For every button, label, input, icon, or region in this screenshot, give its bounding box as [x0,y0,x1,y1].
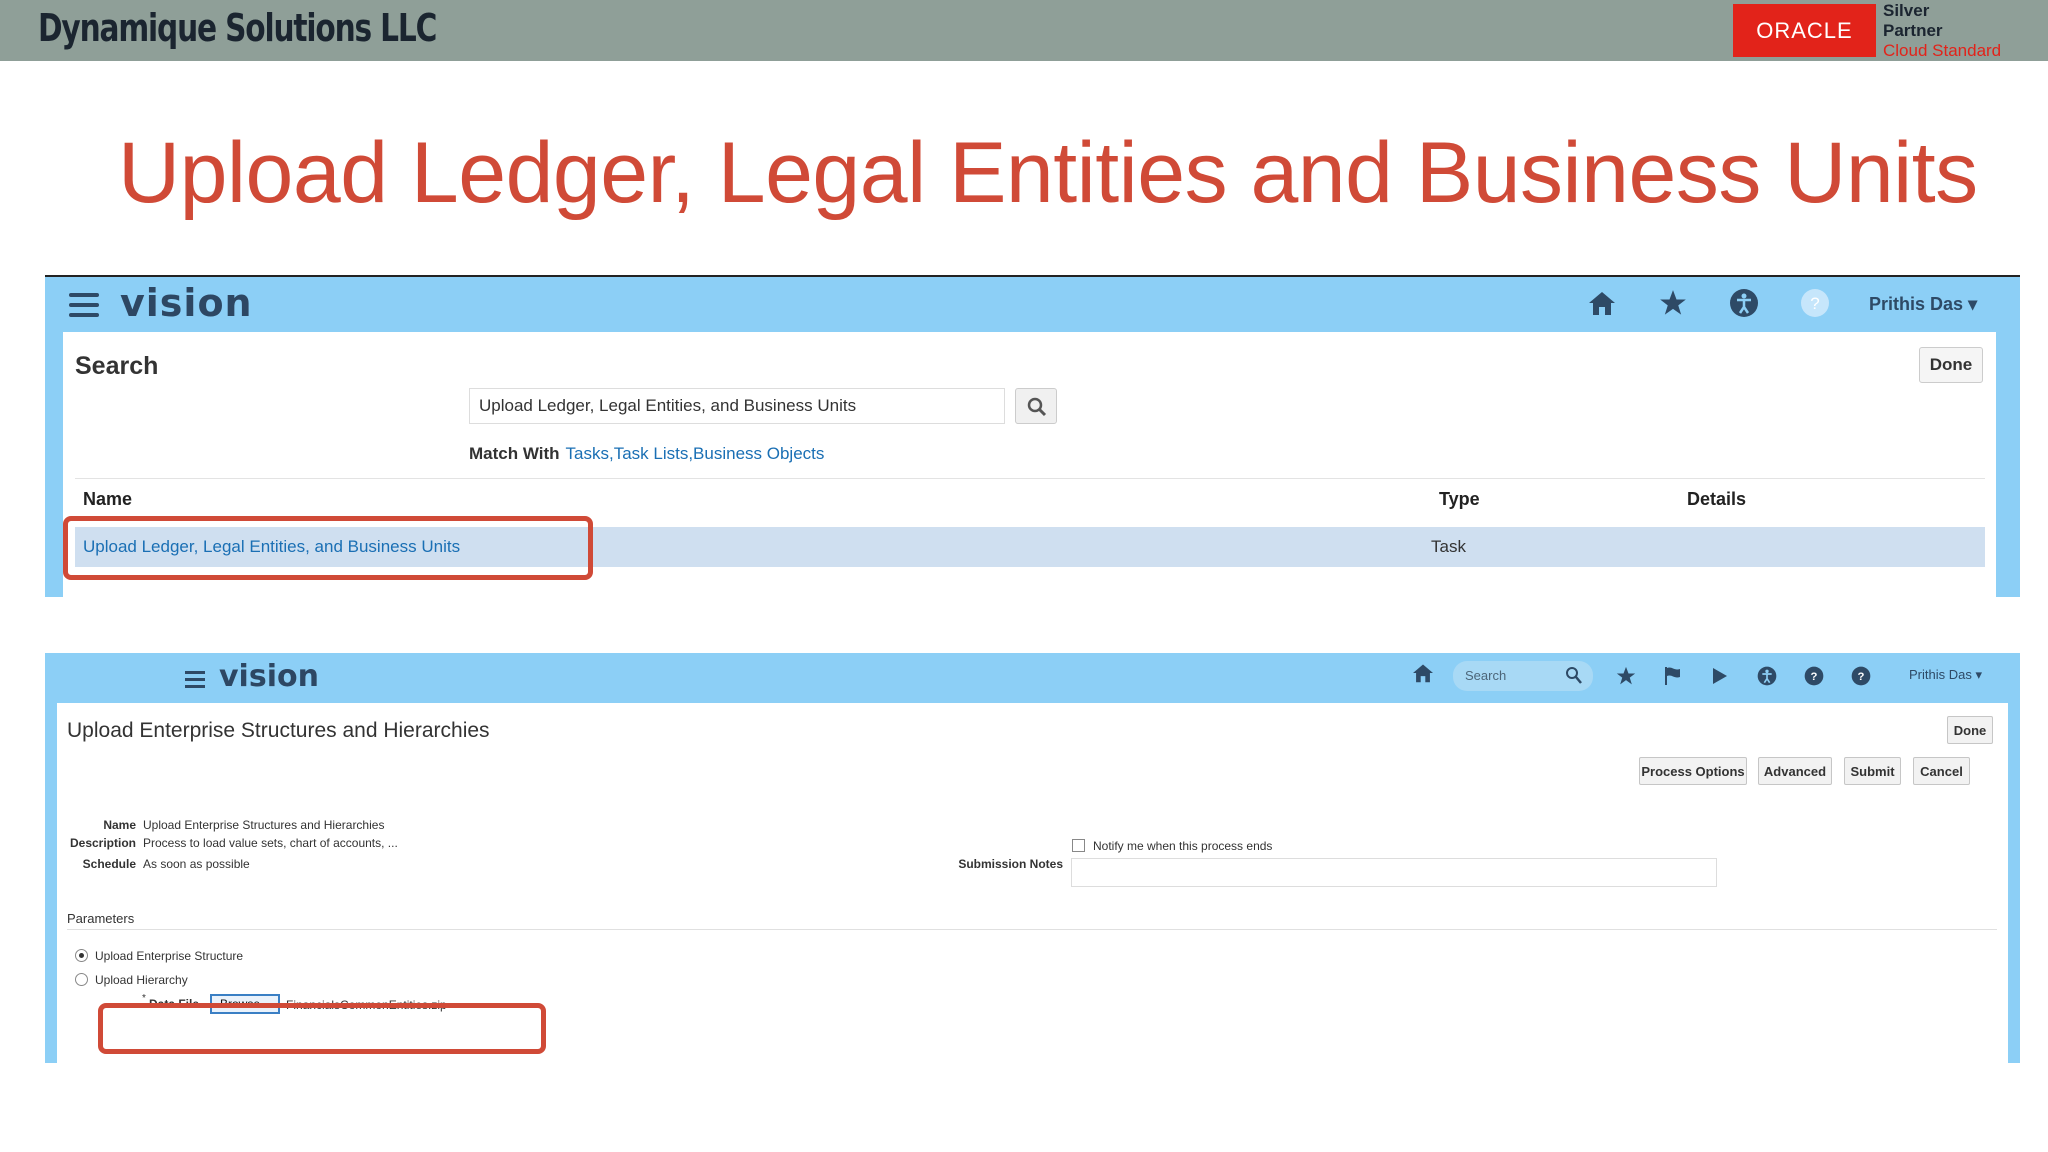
notify-label: Notify me when this process ends [1093,839,1273,853]
result-type: Task [1431,537,1466,556]
radio-label-upload-enterprise-structure: Upload Enterprise Structure [95,949,244,963]
partner-line-2: Partner [1883,21,1943,40]
highlight-box-result [63,516,593,580]
home-icon[interactable] [1412,663,1434,689]
help-icon[interactable]: ? [1801,663,1827,689]
column-header-name[interactable]: Name [83,489,132,510]
search-input[interactable]: Upload Ledger, Legal Entities, and Busin… [469,388,1005,424]
radio-upload-enterprise-structure[interactable] [75,949,88,962]
partner-badge: Silver Partner Cloud Standard [1883,1,2001,61]
description-value: Process to load value sets, chart of acc… [143,836,398,850]
page-title: Search [75,352,159,380]
submit-button[interactable]: Submit [1844,757,1901,785]
advanced-button[interactable]: Advanced [1758,757,1832,785]
user-menu[interactable]: Prithis Das ▾ [1869,294,1977,315]
global-search-input[interactable]: Search [1453,661,1593,691]
submission-notes-label: Submission Notes [958,857,1063,871]
search-button[interactable] [1015,388,1057,424]
parameters-heading: Parameters [67,911,135,926]
slide-title: Upload Ledger, Legal Entities and Busine… [118,125,1978,221]
done-button[interactable]: Done [1947,716,1993,744]
divider [67,929,1997,930]
page-title: Upload Enterprise Structures and Hierarc… [67,719,490,742]
help-glyph: ? [1811,671,1818,683]
divider [75,478,1985,479]
company-name: Dynamique Solutions LLC [38,6,437,50]
app-logo[interactable]: vision [219,659,319,694]
star-icon[interactable] [1613,663,1639,689]
process-options-button[interactable]: Process Options [1639,757,1747,785]
description-label: Description [69,836,136,850]
user-name: Prithis Das [1869,294,1964,314]
user-menu[interactable]: Prithis Das ▾ [1909,667,1982,683]
help-icon[interactable]: ? [1798,286,1832,320]
notify-checkbox[interactable] [1072,839,1085,852]
accessibility-icon[interactable] [1754,663,1780,689]
home-icon[interactable] [1585,286,1619,320]
match-label: Match With [469,444,560,463]
chevron-down-icon: ▾ [1975,667,1983,682]
highlight-box-data-file [98,1003,546,1054]
accessibility-icon[interactable] [1727,286,1761,320]
help-icon[interactable]: ? [1848,663,1874,689]
app-logo[interactable]: vision [120,281,253,325]
column-header-details[interactable]: Details [1687,489,1746,510]
cancel-button[interactable]: Cancel [1913,757,1970,785]
match-links[interactable]: Tasks,Task Lists,Business Objects [566,444,825,463]
radio-upload-hierarchy[interactable] [75,973,88,986]
search-icon [1027,397,1047,417]
chevron-down-icon: ▾ [1968,294,1978,314]
submission-notes-field[interactable] [1071,858,1717,887]
radio-label-upload-hierarchy: Upload Hierarchy [95,973,188,987]
menu-icon[interactable] [69,293,99,317]
match-with: Match With Tasks,Task Lists,Business Obje… [469,444,824,464]
column-header-type[interactable]: Type [1439,489,1480,510]
star-icon[interactable] [1656,286,1690,320]
slide: Dynamique Solutions LLC ORACLE Silver Pa… [0,0,2048,1152]
name-value: Upload Enterprise Structures and Hierarc… [143,818,385,832]
partner-line-1: Silver [1883,1,1930,20]
upload-screenshot: vision Search ? ? Prithis Das ▾ Upload E… [45,653,2020,1063]
search-icon [1566,667,1582,684]
bell-icon[interactable] [1707,663,1733,689]
oracle-logo: ORACLE [1733,4,1876,57]
help-glyph: ? [1810,294,1819,313]
done-button[interactable]: Done [1919,347,1983,383]
flag-icon[interactable] [1660,663,1686,689]
schedule-label: Schedule [82,857,136,871]
partner-line-3: Cloud Standard [1883,41,2002,60]
global-icons: ? [1585,283,1869,323]
header-band: Dynamique Solutions LLC ORACLE Silver Pa… [0,0,2048,61]
help-glyph: ? [1858,671,1865,683]
menu-icon[interactable] [185,671,205,689]
global-icons: ? ? [1613,661,1895,691]
name-label: Name [103,818,136,832]
schedule-value: As soon as possible [143,857,250,871]
user-name: Prithis Das [1909,667,1972,682]
global-search-placeholder: Search [1465,668,1507,683]
